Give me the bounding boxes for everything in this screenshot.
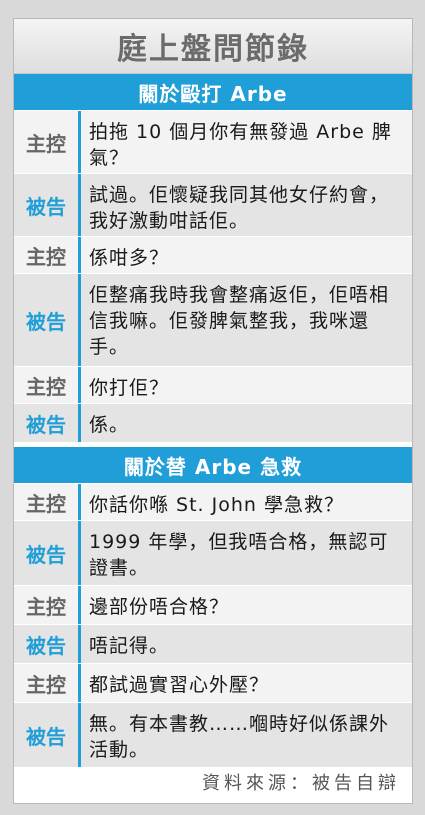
speaker-label: 主控 <box>26 374 66 399</box>
dialogue-text: 1999 年學，但我唔合格，無認可證書。 <box>89 531 389 579</box>
transcript-row: 主控 邊部份唔合格？ <box>14 586 412 624</box>
dialogue-text: 佢整痛我時我會整痛返佢，佢唔相信我嘛。佢發脾氣整我，我咪還手。 <box>89 284 390 358</box>
transcript-row: 主控 你話你喺 St. John 學急救？ <box>14 484 412 520</box>
transcript-row: 被告 無。有本書教……嗰時好似係課外活動。 <box>14 703 412 767</box>
speaker-label: 被告 <box>26 194 66 219</box>
transcript-row: 被告 唔記得。 <box>14 625 412 663</box>
dialogue-text: 都試過實習心外壓？ <box>89 674 270 696</box>
dialogue-text: 係。 <box>89 414 130 436</box>
speaker-label: 被告 <box>26 724 66 749</box>
speaker-label: 主控 <box>26 244 66 269</box>
speaker-label: 被告 <box>26 412 66 437</box>
transcript-panel: 庭上盤問節錄 關於毆打 Arbe 主控 拍拖 10 個月你有無發過 Arbe 脾… <box>13 18 413 804</box>
transcript-row: 主控 都試過實習心外壓？ <box>14 664 412 702</box>
transcript-row: 主控 拍拖 10 個月你有無發過 Arbe 脾氣？ <box>14 111 412 173</box>
speaker-label: 主控 <box>26 491 66 516</box>
dialogue-text: 唔記得。 <box>89 635 170 657</box>
speaker-label: 主控 <box>26 594 66 619</box>
speaker-label: 主控 <box>26 131 66 156</box>
speaker-label: 主控 <box>26 672 66 697</box>
speaker-label: 被告 <box>26 633 66 658</box>
dialogue-text: 你打佢？ <box>89 377 170 399</box>
source-credit: 資料來源：被告自辯 <box>202 773 400 794</box>
transcript-row: 被告 係。 <box>14 404 412 442</box>
dialogue-text: 你話你喺 St. John 學急救？ <box>89 494 344 516</box>
dialogue-text: 邊部份唔合格？ <box>89 596 230 618</box>
dialogue-text: 試過。佢懷疑我同其他女仔約會，我好激動咁話佢。 <box>89 184 390 232</box>
transcript-row: 主控 係咁多？ <box>14 237 412 273</box>
transcript-row: 被告 試過。佢懷疑我同其他女仔約會，我好激動咁話佢。 <box>14 174 412 236</box>
transcript-row: 主控 你打佢？ <box>14 367 412 403</box>
section-heading-first-aid: 關於替 Arbe 急救 <box>14 447 412 483</box>
dialogue-text: 係咁多？ <box>89 247 170 269</box>
transcript-row: 被告 佢整痛我時我會整痛返佢，佢唔相信我嘛。佢發脾氣整我，我咪還手。 <box>14 274 412 366</box>
page-title: 庭上盤問節錄 <box>14 19 412 74</box>
section-heading-assault: 關於毆打 Arbe <box>14 74 412 110</box>
speaker-label: 被告 <box>26 309 66 334</box>
dialogue-text: 無。有本書教……嗰時好似係課外活動。 <box>89 713 390 761</box>
dialogue-text: 拍拖 10 個月你有無發過 Arbe 脾氣？ <box>89 121 392 169</box>
transcript-row: 被告 1999 年學，但我唔合格，無認可證書。 <box>14 521 412 585</box>
speaker-label: 被告 <box>26 542 66 567</box>
